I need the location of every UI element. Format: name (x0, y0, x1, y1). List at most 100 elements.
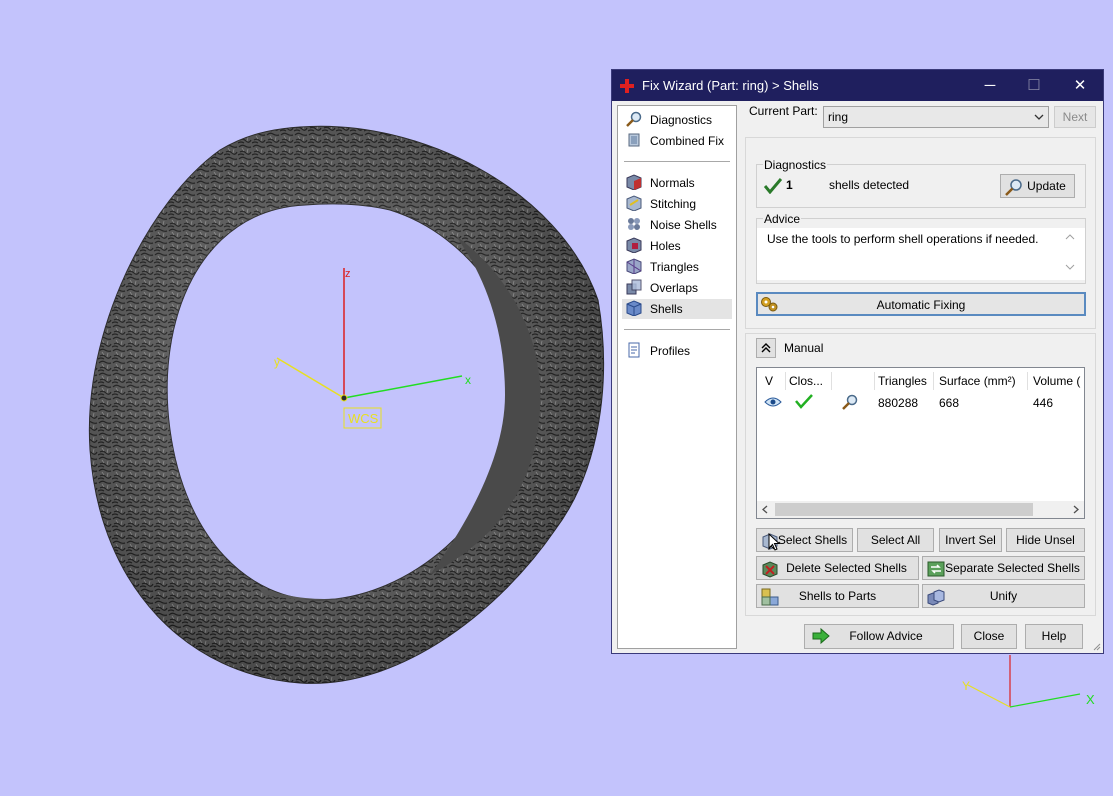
column-header-visible[interactable]: V (765, 374, 773, 388)
nav-item-normals[interactable]: Normals (622, 173, 732, 193)
eye-icon[interactable] (764, 396, 782, 408)
horizontal-scrollbar[interactable] (757, 501, 1084, 518)
delete-selected-shells-label: Delete Selected Shells (786, 561, 907, 575)
nav-label: Holes (650, 239, 681, 253)
nav-item-shells[interactable]: Shells (622, 299, 732, 319)
cell-triangles: 880288 (878, 396, 919, 410)
scroll-left-icon[interactable] (761, 505, 769, 514)
nav-item-overlaps[interactable]: Overlaps (622, 278, 732, 298)
nav-divider (624, 161, 730, 162)
triad-x-label: X (1086, 692, 1095, 707)
profiles-document-icon (628, 342, 640, 358)
chevron-double-up-icon (761, 343, 771, 353)
scroll-down-icon[interactable] (1065, 264, 1075, 270)
unify-label: Unify (989, 589, 1018, 603)
update-label: Update (1027, 179, 1066, 193)
minimize-button[interactable]: ─ (967, 70, 1013, 101)
nav-label: Diagnostics (650, 113, 713, 127)
update-button[interactable]: Update (1000, 174, 1075, 198)
holes-icon (626, 237, 642, 253)
nav-item-noise-shells[interactable]: Noise Shells (622, 215, 732, 235)
app-cross-icon (620, 79, 634, 93)
cube-stack-icon (628, 133, 640, 147)
shells-to-parts-button[interactable]: Shells to Parts (756, 584, 919, 608)
scrollbar-thumb[interactable] (775, 503, 1033, 516)
triad-y-label: Y (962, 679, 970, 693)
separate-shells-icon (927, 561, 945, 577)
mouse-cursor-icon (768, 533, 780, 551)
nav-label: Profiles (650, 344, 691, 358)
scroll-right-icon[interactable] (1072, 505, 1080, 514)
ring-model[interactable] (88, 125, 605, 684)
column-header-closed[interactable]: Clos... (789, 374, 823, 388)
gears-icon (761, 297, 778, 312)
triangles-icon (626, 258, 642, 274)
dialog-titlebar[interactable]: Fix Wizard (Part: ring) > Shells ─ ☐ ✕ (612, 70, 1103, 101)
magnifier-icon (1005, 179, 1022, 196)
maximize-button: ☐ (1027, 77, 1041, 94)
delete-selected-shells-button[interactable]: Delete Selected Shells (756, 556, 919, 580)
separate-selected-shells-button[interactable]: Separate Selected Shells (922, 556, 1085, 580)
select-shells-label: Select Shells (777, 533, 848, 547)
hide-unselected-button[interactable]: Hide Unsel (1006, 528, 1085, 552)
zoom-to-shell-icon[interactable] (842, 394, 858, 410)
overlaps-icon (626, 279, 642, 295)
current-part-select[interactable]: ring (823, 106, 1049, 128)
dialog-title: Fix Wizard (Part: ring) > Shells (642, 78, 819, 93)
closed-check-icon (795, 394, 813, 409)
chevron-down-icon (1034, 114, 1044, 120)
close-window-button[interactable]: ✕ (1057, 70, 1103, 101)
shells-to-parts-label: Shells to Parts (798, 589, 877, 603)
unify-button[interactable]: Unify (922, 584, 1085, 608)
x-axis-line (343, 375, 463, 399)
nav-label: Combined Fix (650, 134, 725, 148)
shell-count: 1 (786, 178, 793, 192)
nav-divider (624, 329, 730, 330)
column-header-volume[interactable]: Volume ( (1033, 374, 1080, 388)
check-icon (764, 178, 782, 194)
advice-text: Use the tools to perform shell operation… (767, 232, 1039, 246)
advice-textbox: Use the tools to perform shell operation… (757, 228, 1085, 280)
close-button[interactable]: Close (961, 624, 1017, 649)
automatic-fixing-label: Automatic Fixing (876, 298, 966, 312)
advice-heading: Advice (763, 212, 802, 226)
follow-advice-button[interactable]: Follow Advice (804, 624, 954, 649)
nav-item-combined-fix[interactable]: Combined Fix (622, 131, 732, 151)
shells-table[interactable]: V Clos... Triangles Surface (mm²) Volume… (756, 367, 1085, 519)
automatic-fixing-button[interactable]: Automatic Fixing (756, 292, 1086, 316)
nav-item-stitching[interactable]: Stitching (622, 194, 732, 214)
column-header-triangles[interactable]: Triangles (878, 374, 927, 388)
follow-advice-label: Follow Advice (849, 629, 923, 643)
nav-label: Stitching (650, 197, 697, 211)
nav-label: Noise Shells (650, 218, 717, 232)
shells-detected-text: shells detected (829, 178, 910, 192)
select-all-button[interactable]: Select All (857, 528, 934, 552)
x-axis-label: x (465, 373, 471, 387)
resize-grip-icon[interactable] (1091, 641, 1101, 651)
fix-wizard-nav: Diagnostics Combined Fix Normals Stitchi… (617, 105, 737, 649)
collapse-manual-button[interactable] (756, 338, 776, 358)
nav-item-holes[interactable]: Holes (622, 236, 732, 256)
z-axis-label: z (345, 268, 351, 280)
separate-selected-shells-label: Separate Selected Shells (945, 561, 1080, 575)
current-part-value: ring (828, 110, 849, 124)
delete-cube-icon (762, 561, 778, 578)
fix-wizard-dialog: Fix Wizard (Part: ring) > Shells ─ ☐ ✕ D… (611, 69, 1104, 654)
status-panel: Diagnostics 1 shells detected Update Adv… (745, 137, 1096, 329)
y-axis-label: y (274, 355, 280, 369)
nav-label: Normals (650, 176, 695, 190)
stitching-icon (626, 195, 642, 211)
arrow-right-icon (812, 627, 830, 645)
cell-volume: 446 (1033, 396, 1054, 410)
nav-item-diagnostics[interactable]: Diagnostics (622, 110, 732, 130)
nav-item-profiles[interactable]: Profiles (622, 341, 732, 361)
normals-cube-icon (626, 174, 642, 190)
scroll-up-icon[interactable] (1065, 234, 1075, 240)
help-button[interactable]: Help (1025, 624, 1083, 649)
nav-label: Shells (650, 302, 683, 316)
invert-selection-button[interactable]: Invert Sel (939, 528, 1002, 552)
column-header-surface[interactable]: Surface (mm²) (939, 374, 1016, 388)
manual-heading: Manual (784, 341, 824, 355)
y-axis-line (276, 357, 345, 399)
nav-item-triangles[interactable]: Triangles (622, 257, 732, 277)
